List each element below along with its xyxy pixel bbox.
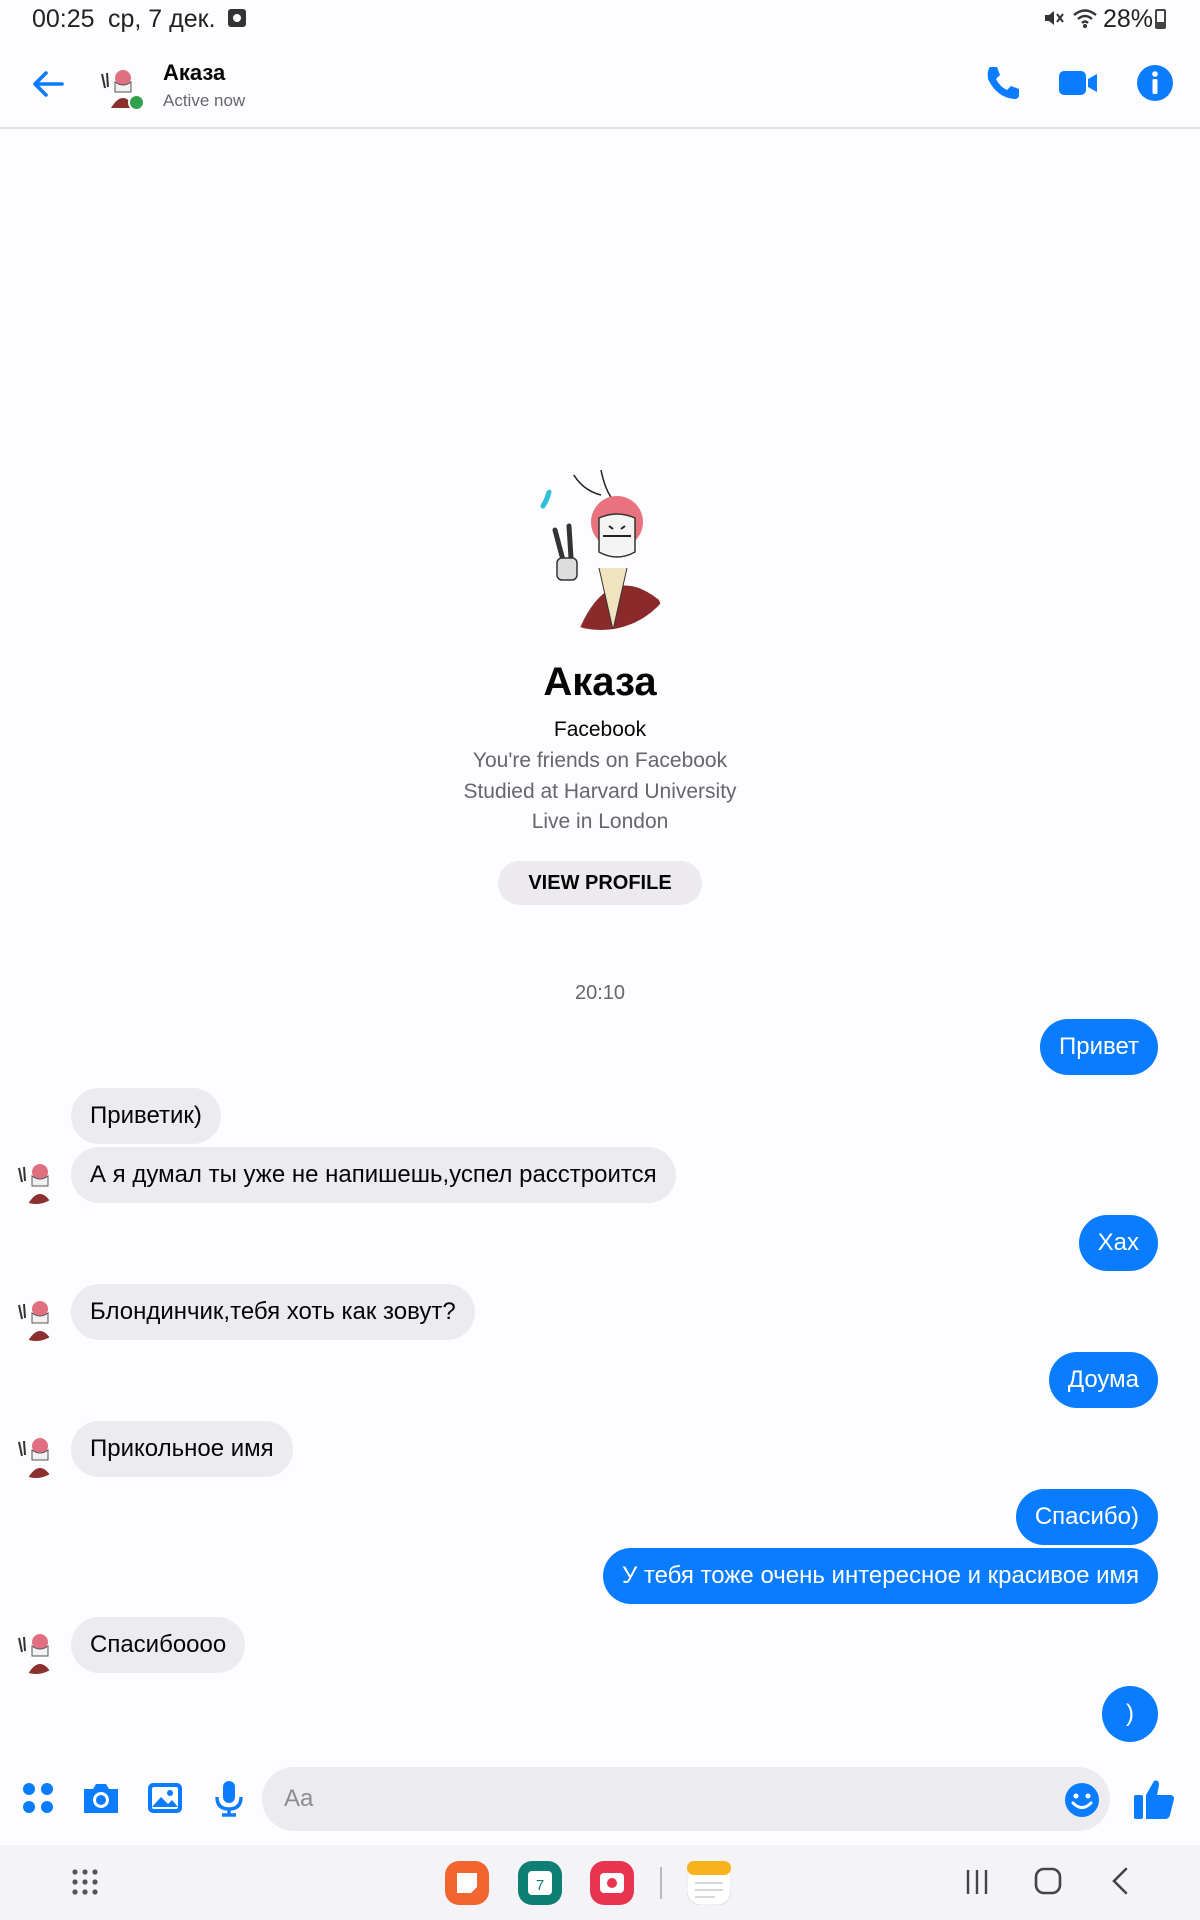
online-status-dot: [128, 94, 145, 111]
wifi-icon: [1073, 9, 1097, 28]
message-composer: [0, 1755, 1200, 1845]
profile-avatar[interactable]: [521, 470, 681, 630]
gallery-icon[interactable]: [144, 1777, 186, 1819]
taskbar-divider: [660, 1867, 662, 1899]
mute-icon: [1045, 11, 1064, 25]
presence-status: Active now: [163, 91, 246, 110]
back-arrow-icon[interactable]: [26, 62, 70, 106]
battery-icon: [1155, 9, 1166, 29]
sender-avatar[interactable]: [10, 1426, 62, 1478]
profile-detail: Studied at Harvard University: [463, 780, 737, 803]
system-back-icon[interactable]: [1105, 1865, 1137, 1897]
profile-detail: You're friends on Facebook: [472, 749, 728, 772]
calendar-day-label: 7: [536, 1877, 544, 1894]
message-bubble-outgoing[interactable]: Доума: [1048, 1352, 1158, 1408]
message-bubble-outgoing[interactable]: ): [1102, 1686, 1158, 1742]
sender-avatar[interactable]: [10, 1152, 62, 1204]
status-time: 00:25: [32, 5, 95, 33]
system-navigation-bar: 7: [0, 1845, 1200, 1920]
notes-app-icon[interactable]: [445, 1861, 489, 1905]
message-bubble-outgoing[interactable]: У тебя тоже очень интересное и красивое …: [602, 1548, 1158, 1604]
info-icon[interactable]: [1132, 60, 1178, 106]
memo-app-icon[interactable]: [687, 1861, 731, 1905]
screen-recorder-app-icon[interactable]: [590, 1861, 634, 1905]
message-bubble-incoming[interactable]: А я думал ты уже не напишешь,успел расст…: [71, 1147, 676, 1203]
view-profile-button[interactable]: VIEW PROFILE: [498, 861, 702, 905]
message-bubble-incoming[interactable]: Приветик): [71, 1088, 221, 1144]
chat-timestamp: 20:10: [574, 982, 626, 1004]
recent-apps-icon[interactable]: [962, 1867, 992, 1897]
message-bubble-outgoing[interactable]: Спасибо): [1015, 1489, 1158, 1545]
status-date: ср, 7 дек.: [108, 5, 216, 33]
status-bar: 00:25 ср, 7 дек. 28%: [0, 0, 1200, 40]
thumbs-up-icon[interactable]: [1130, 1775, 1178, 1823]
battery-percentage: 28%: [1103, 5, 1154, 33]
message-input[interactable]: [262, 1767, 1110, 1831]
screen-capture-notification-icon: [228, 9, 246, 27]
camera-icon[interactable]: [80, 1777, 122, 1819]
apps-icon[interactable]: [17, 1777, 59, 1819]
sender-avatar[interactable]: [10, 1622, 62, 1674]
profile-platform: Facebook: [553, 718, 647, 741]
profile-detail: Live in London: [531, 810, 669, 833]
message-bubble-incoming[interactable]: Блондинчик,тебя хоть как зовут?: [71, 1284, 475, 1340]
message-bubble-outgoing[interactable]: Хах: [1078, 1215, 1158, 1271]
sender-avatar[interactable]: [10, 1289, 62, 1341]
message-bubble-incoming[interactable]: Прикольное имя: [71, 1421, 293, 1477]
calendar-app-icon[interactable]: 7: [518, 1861, 562, 1905]
emoji-icon[interactable]: [1062, 1780, 1102, 1820]
message-bubble-incoming[interactable]: Спасибоооо: [71, 1617, 246, 1673]
home-icon[interactable]: [1032, 1865, 1064, 1897]
video-camera-icon[interactable]: [1055, 60, 1101, 106]
app-drawer-icon[interactable]: [70, 1867, 100, 1897]
conversation-header: Аказа Active now: [0, 40, 1200, 129]
phone-icon[interactable]: [979, 60, 1025, 106]
message-bubble-outgoing[interactable]: Привет: [1039, 1019, 1158, 1075]
contact-name[interactable]: Аказа: [163, 60, 225, 86]
microphone-icon[interactable]: [208, 1777, 250, 1819]
profile-name: Аказа: [543, 660, 657, 704]
